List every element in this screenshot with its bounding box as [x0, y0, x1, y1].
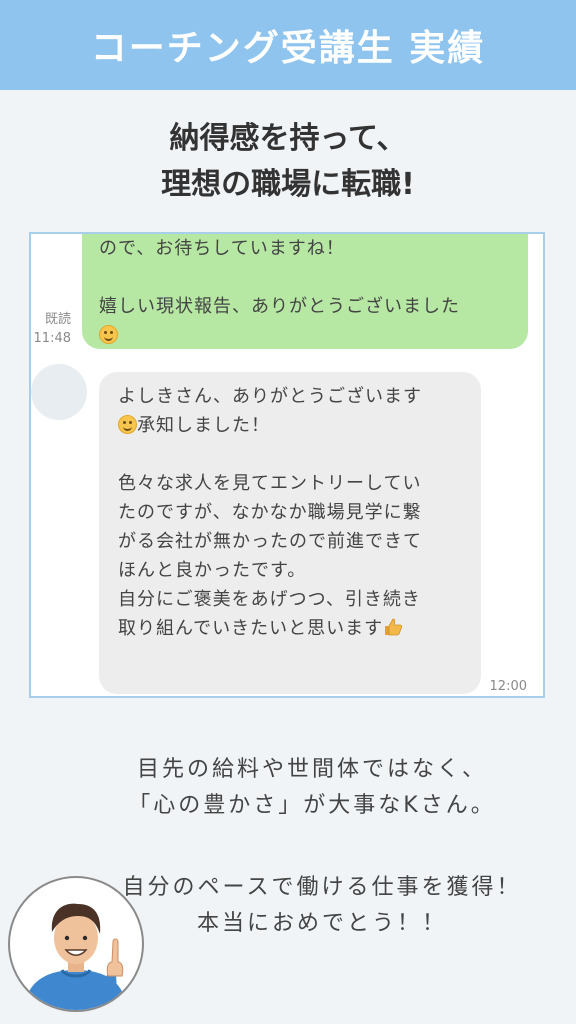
read-time: 11:48 — [33, 331, 71, 346]
chat-screenshot: ので、お待ちしていますね！ 嬉しい現状報告、ありがとうございました 既読 11:… — [29, 232, 545, 698]
received-message-line: 承知しました！ — [118, 411, 471, 440]
avatar — [31, 364, 87, 420]
read-receipt: 既読 11:48 — [31, 310, 71, 348]
received-message-line: ほんと良かったです。 — [118, 560, 307, 581]
received-message-line: たのですが、なかなか職場見学に繋 — [118, 502, 422, 523]
received-message-line: 取り組んでいきたいと思います — [118, 614, 471, 643]
received-message-line: よしきさん、ありがとうございます — [118, 386, 422, 407]
received-time: 12:00 — [489, 679, 527, 694]
received-message-line: がる会社が無かったので前進できて — [118, 531, 422, 552]
smile-emoji-icon — [118, 415, 137, 434]
headline: 納得感を持って、 理想の職場に転職! — [0, 116, 576, 208]
pointing-man-icon — [24, 903, 128, 1010]
headline-line-2: 理想の職場に転職! — [161, 167, 415, 202]
caption-block-1: 目先の給料や世間体ではなく、 「心の豊かさ」が大事なKさん。 — [24, 752, 576, 824]
sent-message-line: ので、お待ちしていますね！ — [99, 238, 345, 259]
coach-illustration — [8, 876, 144, 1012]
caption-line: 「心の豊かさ」が大事なKさん。 — [128, 793, 496, 818]
sent-message-bubble: ので、お待ちしていますね！ 嬉しい現状報告、ありがとうございました — [82, 234, 528, 350]
received-message-line — [118, 440, 471, 469]
header-title: コーチング受講生 実績 — [90, 28, 486, 69]
headline-line-1: 納得感を持って、 — [169, 121, 407, 156]
sent-message-line — [99, 321, 512, 350]
caption-line: 目先の給料や世間体ではなく、 — [136, 757, 487, 782]
read-label: 既読 — [44, 312, 71, 327]
header-banner: コーチング受講生 実績 — [0, 0, 576, 90]
received-message-bubble: よしきさん、ありがとうございます 承知しました！ 色々な求人を見てエントリーして… — [99, 372, 481, 694]
received-message-line: 自分にご褒美をあげつつ、引き続き — [118, 589, 421, 610]
sent-message-line — [99, 263, 512, 292]
thumbs-up-icon — [385, 618, 403, 636]
sent-message-line: 嬉しい現状報告、ありがとうございました — [99, 296, 460, 317]
smile-emoji-icon — [99, 325, 118, 344]
received-message-line: 色々な求人を見てエントリーしてい — [118, 473, 422, 494]
